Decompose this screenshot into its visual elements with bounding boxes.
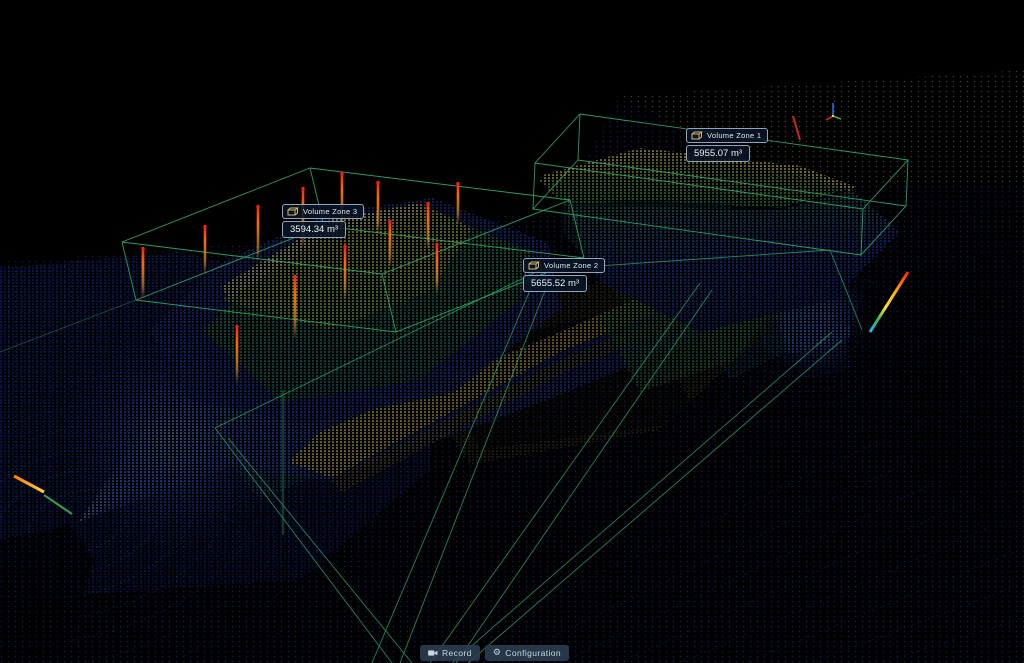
gear-icon: ⚙ bbox=[493, 649, 501, 657]
configuration-button[interactable]: ⚙ Configuration bbox=[485, 645, 569, 661]
configuration-button-label: Configuration bbox=[505, 648, 561, 658]
bottom-toolbar: Record ⚙ Configuration bbox=[420, 645, 569, 661]
zone3-title: Volume Zone 3 bbox=[303, 207, 357, 216]
zone2-title: Volume Zone 2 bbox=[544, 261, 598, 270]
zone1-title: Volume Zone 1 bbox=[707, 131, 761, 140]
point-cloud-viewport[interactable] bbox=[0, 0, 1024, 663]
zone3-volume-value: 3594.34 m³ bbox=[282, 221, 346, 238]
record-button[interactable]: Record bbox=[420, 645, 480, 661]
video-camera-icon bbox=[428, 649, 438, 657]
volume-zone-2-label[interactable]: Volume Zone 2 5655.52 m³ bbox=[523, 258, 605, 292]
zone2-title-pill: Volume Zone 2 bbox=[523, 258, 605, 273]
zone1-title-pill: Volume Zone 1 bbox=[686, 128, 768, 143]
record-button-label: Record bbox=[442, 648, 472, 658]
application-window: Volume Zone 1 5955.07 m³ Volume Zone 2 5… bbox=[0, 0, 1024, 663]
cube-icon bbox=[287, 207, 299, 216]
volume-zone-3-label[interactable]: Volume Zone 3 3594.34 m³ bbox=[282, 204, 364, 238]
volume-zone-1-label[interactable]: Volume Zone 1 5955.07 m³ bbox=[686, 128, 768, 162]
zone1-volume-value: 5955.07 m³ bbox=[686, 145, 750, 162]
cube-icon bbox=[528, 261, 540, 270]
cube-icon bbox=[691, 131, 703, 140]
zone3-title-pill: Volume Zone 3 bbox=[282, 204, 364, 219]
zone2-volume-value: 5655.52 m³ bbox=[523, 275, 587, 292]
